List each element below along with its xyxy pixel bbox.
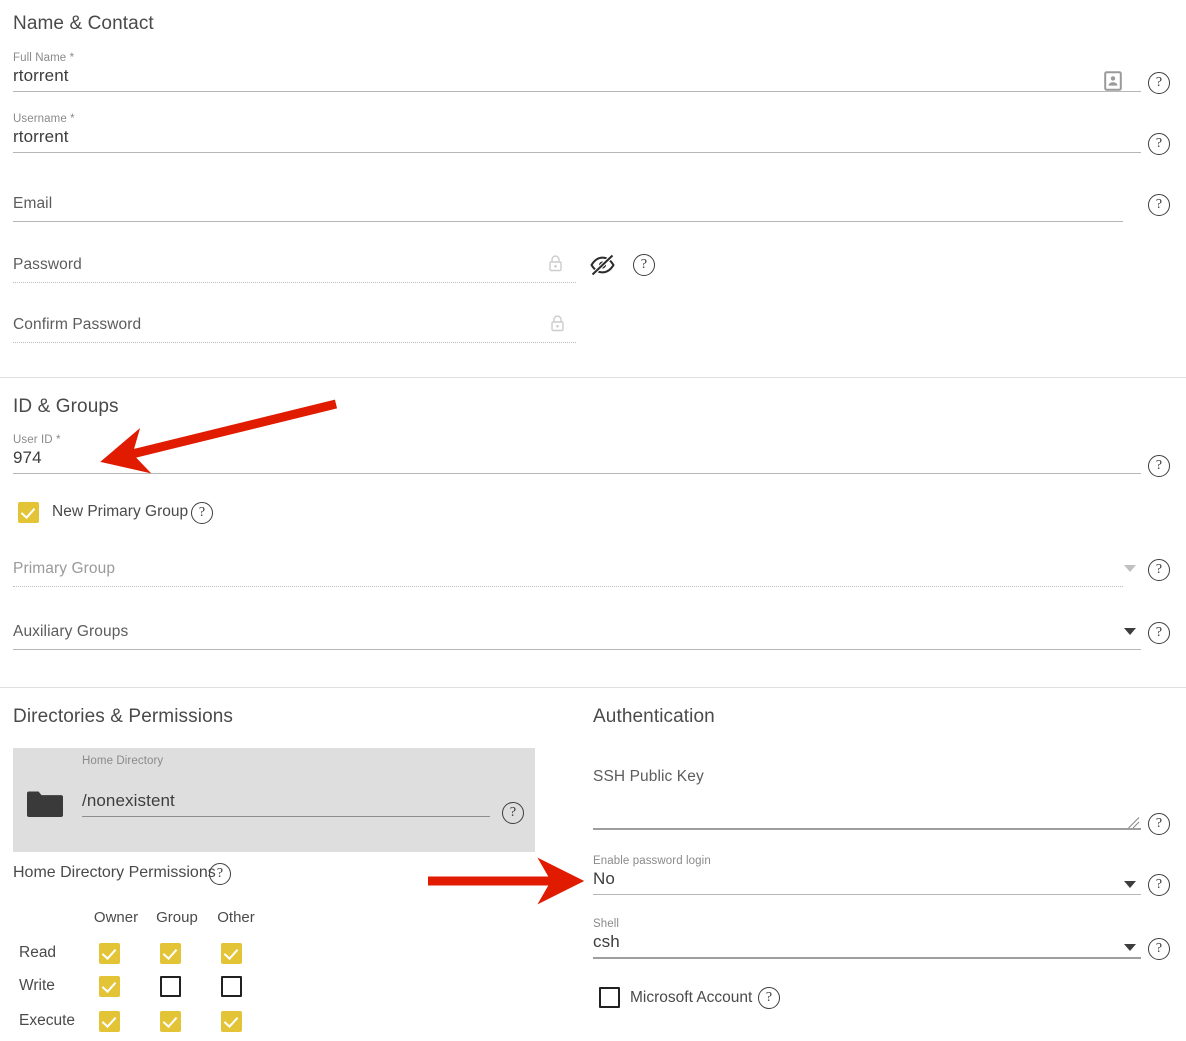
help-icon-primary-group[interactable]: ? (1148, 559, 1170, 581)
section-divider-2 (0, 687, 1186, 688)
help-icon-auxiliary-groups[interactable]: ? (1148, 622, 1170, 644)
checkbox-execute-other[interactable] (221, 1011, 242, 1032)
shell-underline (593, 957, 1141, 959)
contact-card-icon[interactable] (1104, 71, 1122, 96)
chevron-down-icon-auxiliary-groups[interactable] (1124, 628, 1136, 635)
toggle-password-visibility-icon[interactable] (589, 253, 616, 282)
section-title-authentication: Authentication (593, 706, 715, 727)
auxiliary-groups-label: Auxiliary Groups (13, 623, 129, 640)
section-divider-1 (0, 377, 1186, 378)
chevron-down-icon-shell[interactable] (1124, 944, 1136, 951)
field-shell[interactable]: Shell csh (593, 918, 1141, 959)
checkbox-label-microsoft-account: Microsoft Account (630, 989, 753, 1006)
field-user-id[interactable]: User ID * 974 (13, 434, 1141, 474)
permissions-column-other: Other (217, 909, 255, 926)
user-id-value[interactable]: 974 (13, 447, 1141, 469)
help-icon-user-id[interactable]: ? (1148, 455, 1170, 477)
password-underline (13, 282, 576, 283)
field-confirm-password[interactable]: Confirm Password (13, 313, 576, 343)
chevron-down-icon-primary-group[interactable] (1124, 565, 1136, 572)
full-name-value[interactable]: rtorrent (13, 65, 1141, 87)
checkbox-label-new-primary-group: New Primary Group (52, 503, 189, 520)
help-icon-username[interactable]: ? (1148, 133, 1170, 155)
lock-icon-password (547, 254, 564, 278)
help-icon-shell[interactable]: ? (1148, 938, 1170, 960)
help-icon-full-name[interactable]: ? (1148, 72, 1170, 94)
help-icon-microsoft-account[interactable]: ? (758, 987, 780, 1009)
checkbox-execute-group[interactable] (160, 1011, 181, 1032)
shell-label: Shell (593, 918, 620, 930)
field-ssh-public-key[interactable]: SSH Public Key (593, 765, 1141, 789)
section-title-name-contact: Name & Contact (13, 13, 154, 34)
permissions-row-label-read: Read (19, 944, 57, 961)
field-email[interactable]: Email (13, 192, 1123, 222)
permissions-row-label-write: Write (19, 977, 55, 994)
checkbox-write-group[interactable] (160, 976, 181, 997)
username-value[interactable]: rtorrent (13, 126, 1141, 148)
field-auxiliary-groups[interactable]: Auxiliary Groups (13, 620, 1141, 650)
help-icon-enable-password-login[interactable]: ? (1148, 874, 1170, 896)
permissions-title: Home Directory Permissions (13, 864, 216, 881)
enable-password-login-underline (593, 894, 1141, 895)
help-icon-ssh-public-key[interactable]: ? (1148, 813, 1170, 835)
checkbox-execute-owner[interactable] (99, 1011, 120, 1032)
field-password[interactable]: Password (13, 253, 576, 283)
home-directory-label: Home Directory (82, 755, 164, 767)
help-icon-permissions[interactable]: ? (209, 863, 231, 885)
shell-value[interactable]: csh (593, 931, 1141, 953)
folder-icon (26, 789, 64, 824)
full-name-label: Full Name * (13, 52, 75, 64)
help-icon-new-primary-group[interactable]: ? (191, 502, 213, 524)
field-enable-password-login[interactable]: Enable password login No (593, 855, 1141, 895)
confirm-password-underline (13, 342, 576, 343)
field-username[interactable]: Username * rtorrent (13, 113, 1141, 153)
permissions-row-label-execute: Execute (19, 1012, 76, 1029)
ssh-public-key-label: SSH Public Key (593, 768, 704, 785)
field-primary-group[interactable]: Primary Group (13, 557, 1123, 587)
lock-icon-confirm-password (549, 314, 566, 338)
confirm-password-label: Confirm Password (13, 316, 142, 333)
enable-password-login-label: Enable password login (593, 855, 711, 867)
checkbox-microsoft-account[interactable] (599, 987, 620, 1008)
home-directory-underline (82, 816, 490, 817)
section-title-directories: Directories & Permissions (13, 706, 233, 727)
username-label: Username * (13, 113, 75, 125)
help-icon-email[interactable]: ? (1148, 194, 1170, 216)
section-title-id-groups: ID & Groups (13, 396, 119, 417)
checkbox-new-primary-group[interactable] (18, 502, 39, 523)
home-directory-value[interactable]: /nonexistent (82, 790, 490, 812)
help-icon-password[interactable]: ? (633, 254, 655, 276)
user-id-label: User ID * (13, 434, 61, 446)
field-home-directory[interactable]: Home Directory /nonexistent (82, 755, 490, 817)
user-id-underline (13, 473, 1141, 474)
password-label: Password (13, 256, 82, 273)
primary-group-label: Primary Group (13, 560, 116, 577)
checkbox-write-owner[interactable] (99, 976, 120, 997)
checkbox-write-other[interactable] (221, 976, 242, 997)
resize-handle-icon[interactable] (1128, 816, 1140, 834)
username-underline (13, 152, 1141, 153)
full-name-underline (13, 91, 1141, 92)
permissions-column-group: Group (156, 909, 198, 926)
enable-password-login-value[interactable]: No (593, 868, 1141, 890)
help-icon-home-directory[interactable]: ? (502, 802, 524, 824)
email-label: Email (13, 195, 53, 212)
email-underline (13, 221, 1123, 222)
primary-group-underline (13, 586, 1123, 587)
permissions-column-owner: Owner (93, 909, 139, 926)
checkbox-read-group[interactable] (160, 943, 181, 964)
checkbox-read-other[interactable] (221, 943, 242, 964)
checkbox-read-owner[interactable] (99, 943, 120, 964)
auxiliary-groups-underline (13, 649, 1141, 650)
ssh-public-key-underline (593, 828, 1141, 830)
user-edit-form: Name & Contact Full Name * rtorrent ? Us… (0, 0, 1186, 1041)
field-full-name[interactable]: Full Name * rtorrent (13, 52, 1141, 92)
chevron-down-icon-enable-password-login[interactable] (1124, 881, 1136, 888)
